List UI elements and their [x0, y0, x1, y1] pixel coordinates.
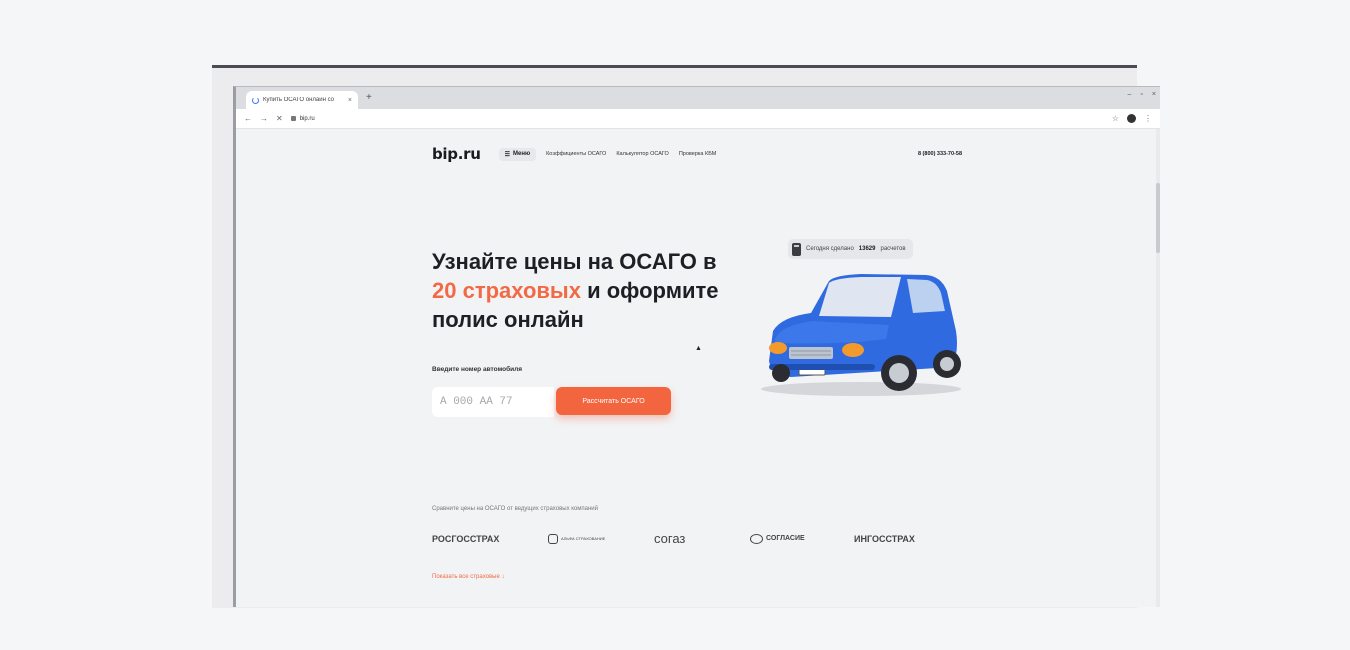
- soglasie-logo-icon: [750, 533, 763, 544]
- lock-icon: [290, 116, 296, 121]
- stop-icon[interactable]: ✕: [276, 114, 283, 123]
- browser-toolbar: ← → ✕ bip.ru ☆ ⋮: [236, 109, 1160, 129]
- compare-text: Сравните цены на ОСАГО от ведущих страхо…: [432, 506, 598, 512]
- loading-spinner-icon: [252, 96, 259, 104]
- counter-suffix: расчетов: [880, 246, 906, 252]
- calculate-osago-button[interactable]: Рассчитать ОСАГО: [556, 387, 671, 415]
- counter-prefix: Сегодня сделано: [806, 246, 854, 252]
- new-tab-icon[interactable]: +: [366, 92, 372, 103]
- profile-icon[interactable]: [1127, 114, 1136, 123]
- calculator-icon: [792, 242, 801, 256]
- window-controls: – ▫ ×: [1128, 91, 1156, 98]
- insurer-name: ИНГОССТРАХ: [854, 533, 915, 544]
- insurer-ingosstrakh-logo[interactable]: ИНГОССТРАХ: [854, 534, 944, 544]
- alfa-logo-icon: [548, 533, 558, 544]
- site-logo[interactable]: bip.ru: [432, 145, 481, 163]
- headline-line-1: Узнайте цены на ОСАГО в: [432, 249, 717, 274]
- insurer-name: согаз: [654, 531, 686, 546]
- url-text: bip.ru: [299, 115, 315, 122]
- headline-line-2: и оформите: [580, 278, 719, 303]
- forward-icon[interactable]: →: [260, 114, 268, 123]
- nav-link-calculator[interactable]: Калькулятор ОСАГО: [616, 151, 668, 157]
- menu-label: Меню: [512, 151, 531, 157]
- insurer-logos: РОСГОССТРАХ АЛЬФА СТРАХОВАНИЕ согаз СОГЛ…: [432, 531, 944, 546]
- insurer-name: АЛЬФА СТРАХОВАНИЕ: [561, 535, 606, 541]
- tab-close-icon[interactable]: ×: [348, 97, 352, 104]
- maximize-icon[interactable]: ▫: [1140, 91, 1142, 98]
- mouse-cursor-icon: ▲: [695, 345, 702, 352]
- close-window-icon[interactable]: ×: [1152, 91, 1156, 98]
- insurer-name: СОГЛАСИЕ: [766, 535, 805, 542]
- tab-strip: Купить ОСАГО онлайн со × + – ▫ ×: [236, 87, 1160, 109]
- car-illustration: [761, 274, 961, 396]
- show-all-insurers-link[interactable]: Показать все страховые ↓: [432, 574, 505, 580]
- hero-headline: Узнайте цены на ОСАГО в 20 страховых и о…: [432, 247, 762, 334]
- nav-link-coefficients[interactable]: Коэффициенты ОСАГО: [546, 151, 606, 157]
- insurer-sogaz-logo[interactable]: согаз: [654, 531, 750, 546]
- tab-active[interactable]: Купить ОСАГО онлайн со ×: [246, 91, 358, 109]
- address-bar[interactable]: bip.ru: [290, 115, 1104, 122]
- scrollbar-thumb[interactable]: [1156, 183, 1160, 253]
- nav-link-kbm-check[interactable]: Проверка КБМ: [679, 151, 717, 157]
- insurer-alfa-logo[interactable]: АЛЬФА СТРАХОВАНИЕ: [548, 533, 654, 544]
- back-icon[interactable]: ←: [244, 114, 252, 123]
- menu-icon: ☰: [504, 151, 510, 158]
- insurer-name: РОСГОССТРАХ: [432, 533, 500, 544]
- headline-line-3: полис онлайн: [432, 307, 584, 332]
- insurer-rosgosstrakh-logo[interactable]: РОСГОССТРАХ: [432, 534, 548, 544]
- bookmark-star-icon[interactable]: ☆: [1112, 114, 1119, 123]
- more-menu-icon[interactable]: ⋮: [1144, 114, 1152, 123]
- calculations-counter-badge: Сегодня сделано 13629 расчетов: [788, 239, 913, 259]
- headline-accent: 20 страховых: [432, 278, 581, 303]
- browser-window: Купить ОСАГО онлайн со × + – ▫ × ← → ✕ b…: [233, 86, 1160, 607]
- plate-input-label: Введите номер автомобиля: [432, 366, 523, 373]
- phone-number[interactable]: 8 (800) 333-70-58: [918, 151, 962, 157]
- menu-button[interactable]: ☰ Меню: [498, 147, 537, 161]
- plate-number-input[interactable]: [432, 387, 554, 417]
- page-scrollbar[interactable]: [1156, 129, 1160, 607]
- page-content: bip.ru ☰ Меню Коэффициенты ОСАГО Калькул…: [236, 129, 1156, 607]
- site-header: bip.ru ☰ Меню Коэффициенты ОСАГО Калькул…: [432, 143, 962, 165]
- tab-title: Купить ОСАГО онлайн со: [263, 97, 334, 103]
- minimize-icon[interactable]: –: [1128, 91, 1132, 98]
- insurer-soglasie-logo[interactable]: СОГЛАСИЕ: [750, 533, 854, 544]
- counter-value: 13629: [858, 246, 876, 252]
